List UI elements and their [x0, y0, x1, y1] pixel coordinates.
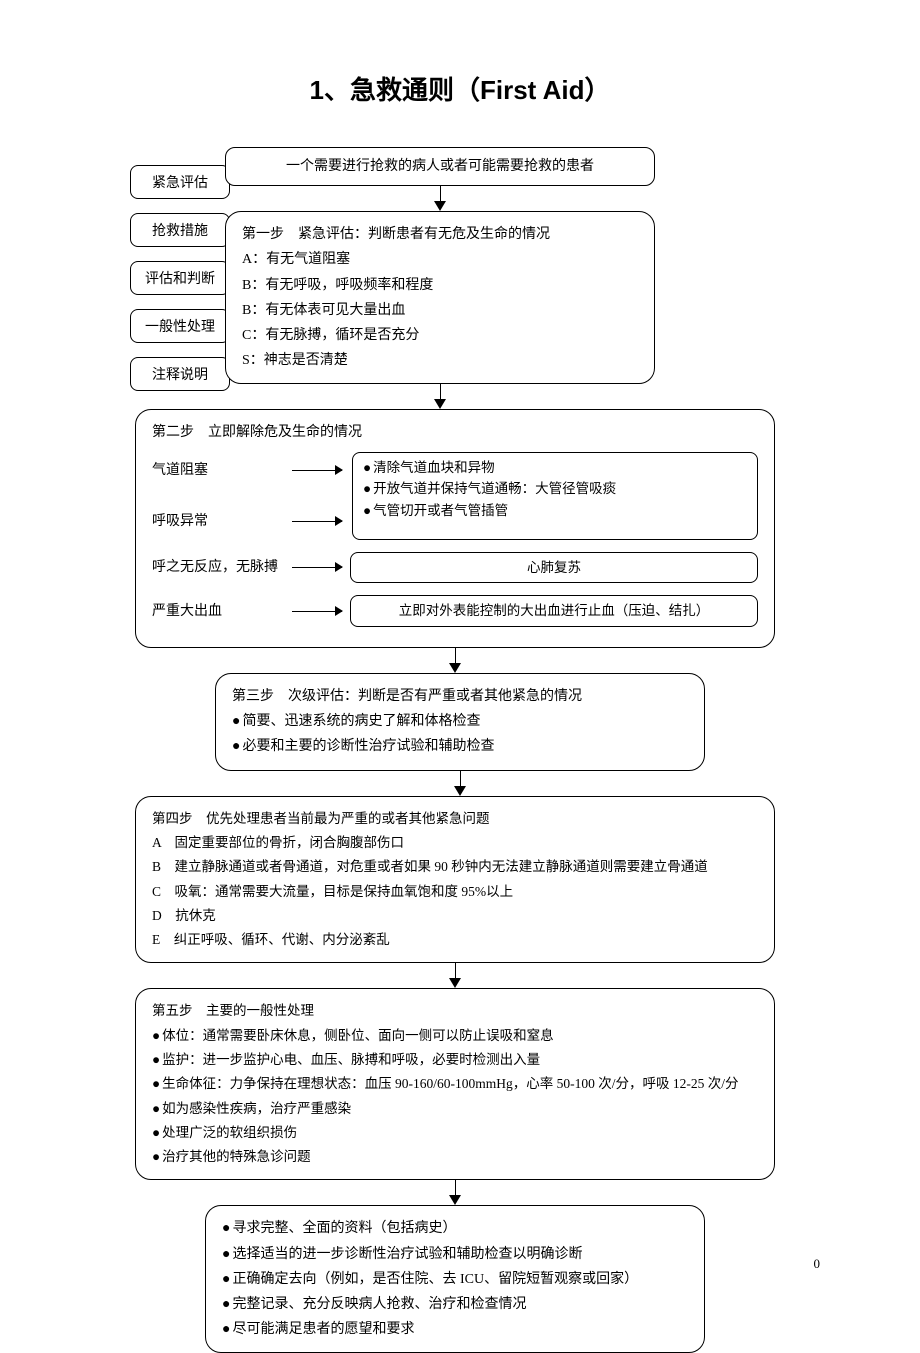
step4-line: A 固定重要部位的骨折，闭合胸腹部伤口: [152, 831, 758, 855]
step3-box: 第三步 次级评估：判断是否有严重或者其他紧急的情况 简要、迅速系统的病史了解和体…: [215, 673, 705, 771]
step2-box: 第二步 立即解除危及生命的情况 气道阻塞 呼吸异常 清除气道血块和异物 开放气道…: [135, 409, 775, 648]
step4-line: D 抗休克: [152, 904, 758, 928]
step1-line: B：有无呼吸，呼吸频率和程度: [242, 273, 638, 298]
arrow-down-icon: [434, 201, 446, 211]
step3-heading: 第三步 次级评估：判断是否有严重或者其他紧急的情况: [232, 684, 688, 709]
step3-line: 简要、迅速系统的病史了解和体格检查: [232, 709, 688, 734]
step1-heading: 第一步 紧急评估：判断患者有无危及生命的情况: [242, 222, 638, 247]
step5-line: 处理广泛的软组织损伤: [152, 1121, 758, 1145]
final-line: 完整记录、充分反映病人抢救、治疗和检查情况: [222, 1292, 688, 1317]
arrow-down-icon: [449, 1195, 461, 1205]
final-line: 选择适当的进一步诊断性治疗试验和辅助检查以明确诊断: [222, 1242, 688, 1267]
step1-line: S：神志是否清楚: [242, 348, 638, 373]
step2-target-box: 心肺复苏: [350, 552, 758, 584]
step4-line: E 纠正呼吸、循环、代谢、内分泌紊乱: [152, 928, 758, 952]
start-box: 一个需要进行抢救的病人或者可能需要抢救的患者: [225, 147, 655, 186]
step2-target-line: 开放气道并保持气道通畅：大管径管吸痰: [363, 478, 747, 500]
step2-label: 呼吸异常: [152, 509, 292, 534]
flowchart: 一个需要进行抢救的病人或者可能需要抢救的患者 第一步 紧急评估：判断患者有无危及…: [205, 147, 775, 1353]
step5-heading: 第五步 主要的一般性处理: [152, 999, 758, 1023]
arrow-down-icon: [449, 663, 461, 673]
step4-heading: 第四步 优先处理患者当前最为严重的或者其他紧急问题: [152, 807, 758, 831]
arrow-down-icon: [434, 399, 446, 409]
step2-target-box: 立即对外表能控制的大出血进行止血（压迫、结扎）: [350, 595, 758, 627]
step5-line: 生命体征：力争保持在理想状态：血压 90-160/60-100mmHg，心率 5…: [152, 1072, 758, 1096]
arrow-right-icon: [292, 611, 342, 612]
final-line: 寻求完整、全面的资料（包括病史）: [222, 1216, 688, 1241]
step4-line: C 吸氧：通常需要大流量，目标是保持血氧饱和度 95%以上: [152, 880, 758, 904]
arrow-right-icon: [292, 567, 342, 568]
final-line: 正确确定去向（例如，是否住院、去 ICU、留院短暂观察或回家）: [222, 1267, 688, 1292]
step3-line: 必要和主要的诊断性治疗试验和辅助检查: [232, 734, 688, 759]
arrow-down-icon: [449, 978, 461, 988]
step2-target-box: 清除气道血块和异物 开放气道并保持气道通畅：大管径管吸痰 气管切开或者气管插管: [352, 452, 758, 540]
step5-line: 监护：进一步监护心电、血压、脉搏和呼吸，必要时检测出入量: [152, 1048, 758, 1072]
step2-target-line: 清除气道血块和异物: [363, 457, 747, 479]
page-title: 1、急救通则（First Aid）: [90, 70, 830, 107]
page-number: 0: [814, 1256, 821, 1272]
arrow-down-icon: [454, 786, 466, 796]
final-line: 尽可能满足患者的愿望和要求: [222, 1317, 688, 1342]
arrow-right-icon: [292, 521, 342, 522]
step2-label: 严重大出血: [152, 599, 292, 624]
step1-line: B：有无体表可见大量出血: [242, 298, 638, 323]
arrow-right-icon: [292, 470, 342, 471]
step5-line: 体位：通常需要卧床休息，侧卧位、面向一侧可以防止误吸和窒息: [152, 1024, 758, 1048]
step2-target-line: 气管切开或者气管插管: [363, 500, 747, 522]
step1-box: 第一步 紧急评估：判断患者有无危及生命的情况 A：有无气道阻塞 B：有无呼吸，呼…: [225, 211, 655, 384]
step1-line: C：有无脉搏，循环是否充分: [242, 323, 638, 348]
step4-line: B 建立静脉通道或者骨通道，对危重或者如果 90 秒钟内无法建立静脉通道则需要建…: [152, 855, 758, 879]
step2-label: 呼之无反应，无脉搏: [152, 555, 292, 580]
final-box: 寻求完整、全面的资料（包括病史） 选择适当的进一步诊断性治疗试验和辅助检查以明确…: [205, 1205, 705, 1353]
step5-line: 如为感染性疾病，治疗严重感染: [152, 1097, 758, 1121]
step5-line: 治疗其他的特殊急诊问题: [152, 1145, 758, 1169]
step4-box: 第四步 优先处理患者当前最为严重的或者其他紧急问题 A 固定重要部位的骨折，闭合…: [135, 796, 775, 964]
step5-box: 第五步 主要的一般性处理 体位：通常需要卧床休息，侧卧位、面向一侧可以防止误吸和…: [135, 988, 775, 1180]
step2-heading: 第二步 立即解除危及生命的情况: [152, 420, 758, 445]
step1-line: A：有无气道阻塞: [242, 247, 638, 272]
step2-label: 气道阻塞: [152, 458, 292, 483]
